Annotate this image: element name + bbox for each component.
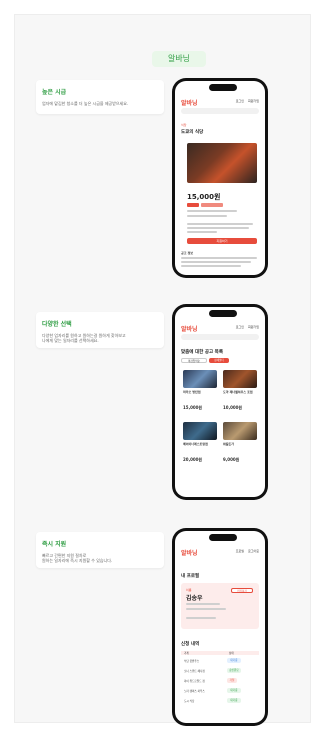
table-row-shop[interactable]: 라이 위드로밀드 점 xyxy=(184,679,205,683)
sort-dropdown[interactable]: 마감임박순 xyxy=(181,358,207,363)
desc-line xyxy=(187,223,253,225)
phone-screen: 알바닝 로그인 회원가입 맞춤에 대한 공고 목록 마감임박순 상세필터 마라오… xyxy=(175,307,265,497)
edit-profile-button[interactable]: 편집하기 xyxy=(231,588,253,593)
phone-mockup-1: 알바닝 로그인 회원가입 식당 도쿄의 식당 15,000원 지원하기 공고 정… xyxy=(172,78,268,278)
info-line xyxy=(187,215,227,217)
notice-line xyxy=(181,265,241,267)
col-status: 상태 xyxy=(229,652,234,655)
nav-login[interactable]: 로그인 xyxy=(236,99,244,103)
job-card-price: 20,000원 xyxy=(183,457,203,462)
nav-signup[interactable]: 회원가입 xyxy=(248,99,259,103)
app-logo: 알바닝 xyxy=(181,326,198,333)
food-photo xyxy=(187,143,257,183)
job-card-price: 15,000원 xyxy=(183,405,203,410)
profile-info-line xyxy=(186,603,220,605)
table-row-shop[interactable]: 식당 꿈밭주스 xyxy=(184,659,199,663)
col-shop: 가게 xyxy=(184,652,189,655)
status-badge: 대기중 xyxy=(227,688,241,693)
profile-tag: 이름 xyxy=(186,588,192,592)
top-nav: 로그인 회원가입 xyxy=(233,99,259,103)
phone-screen: 알바닝 프로필 로그아웃 내 프로필 이름 김송우 편집하기 신청 내역 가게 … xyxy=(175,531,265,723)
notice-line xyxy=(181,261,251,263)
job-card-name[interactable]: 도약 제너럴하우스 포점 xyxy=(223,390,253,394)
detail-filter-button[interactable]: 상세필터 xyxy=(209,358,229,363)
search-bar[interactable] xyxy=(181,334,259,340)
job-card-name[interactable]: 마라오 방탄점 xyxy=(183,390,201,394)
app-logo: 알바닝 xyxy=(181,100,198,107)
feature-title: 다양한 선택 xyxy=(42,321,72,328)
profile-info-line xyxy=(186,608,226,610)
phone-mockup-2: 알바닝 로그인 회원가입 맞춤에 대한 공고 목록 마감임박순 상세필터 마라오… xyxy=(172,304,268,500)
status-badge: 승인완료 xyxy=(227,668,241,673)
phone-mockup-3: 알바닝 프로필 로그아웃 내 프로필 이름 김송우 편집하기 신청 내역 가게 … xyxy=(172,528,268,726)
phone-screen: 알바닝 로그인 회원가입 식당 도쿄의 식당 15,000원 지원하기 공고 정… xyxy=(175,81,265,275)
feature-desc: 업자에 맡김한 청소를 더 높은 시급을 제공받으세요. xyxy=(42,101,129,106)
app-logo: 알바닝 xyxy=(181,550,198,557)
wage-badge xyxy=(187,203,199,207)
phone-notch xyxy=(209,534,237,541)
top-nav: 프로필 로그아웃 xyxy=(233,549,259,553)
job-card-price: 9,000원 xyxy=(223,457,240,462)
feature-title: 즉시 지원 xyxy=(42,541,67,548)
top-nav: 로그인 회원가입 xyxy=(233,325,259,329)
table-header xyxy=(181,651,259,655)
status-badge: 거절 xyxy=(227,678,237,683)
notice-line xyxy=(181,257,257,259)
job-card-photo[interactable] xyxy=(183,370,217,388)
app-badge: 알바닝 xyxy=(152,51,206,67)
category-tag: 식당 xyxy=(181,123,187,127)
nav-signup[interactable]: 회원가입 xyxy=(248,325,259,329)
profile-info-line xyxy=(186,617,216,619)
wage-price: 15,000원 xyxy=(187,193,221,201)
job-card-name[interactable]: 와칼돈가 xyxy=(223,442,234,446)
nav-logout[interactable]: 로그아웃 xyxy=(248,549,259,553)
search-bar[interactable] xyxy=(181,108,259,114)
job-title: 도쿄의 식당 xyxy=(181,130,204,135)
info-line xyxy=(187,210,237,212)
nav-profile[interactable]: 프로필 xyxy=(236,549,244,553)
feature-card-variety: 다양한 선택 다양한 업자리를 원하고 원하는걸 원하게 찾아보고 나에게 맞는… xyxy=(36,312,164,348)
job-card-photo[interactable] xyxy=(183,422,217,440)
job-card-price: 10,000원 xyxy=(223,405,243,410)
job-card-photo[interactable] xyxy=(223,422,257,440)
job-card-name[interactable]: 베어이너레스토랑점 xyxy=(183,442,208,446)
apply-button[interactable]: 지원하기 xyxy=(187,238,257,244)
table-row-shop[interactable]: 도시 식당 xyxy=(184,699,194,703)
feature-desc: 빠르고 간편한 지원 절차로 원하는 일자리에 즉시 지원할 수 있습니다. xyxy=(42,553,113,564)
feature-card-instant-apply: 즉시 지원 빠르고 간편한 지원 절차로 원하는 일자리에 즉시 지원할 수 있… xyxy=(36,532,164,568)
profile-name: 김송우 xyxy=(186,595,203,602)
list-heading: 맞춤에 대한 공고 목록 xyxy=(181,350,223,355)
wage-badge-2 xyxy=(201,203,223,207)
status-badge: 대기중 xyxy=(227,658,241,663)
phone-notch xyxy=(209,310,237,317)
feature-title: 높은 시급 xyxy=(42,89,67,96)
feature-card-high-wage: 높은 시급 업자에 맡김한 청소를 더 높은 시급을 제공받으세요. xyxy=(36,80,164,114)
history-heading: 신청 내역 xyxy=(181,642,200,647)
job-card-photo[interactable] xyxy=(223,370,257,388)
desc-line xyxy=(187,231,217,233)
notice-title: 공고 정보 xyxy=(181,251,194,255)
feature-desc: 다양한 업자리를 원하고 원하는걸 원하게 찾아보고 나에게 맞는 일자리를 선… xyxy=(42,333,126,344)
table-row-shop[interactable]: 노라 캠퍼스 하우스 xyxy=(184,689,205,693)
status-badge: 대기중 xyxy=(227,698,241,703)
table-row-shop[interactable]: 오너 스위트 헤나점 xyxy=(184,669,205,673)
nav-login[interactable]: 로그인 xyxy=(236,325,244,329)
profile-heading: 내 프로필 xyxy=(181,574,200,579)
desc-line xyxy=(187,227,249,229)
phone-notch xyxy=(209,84,237,91)
